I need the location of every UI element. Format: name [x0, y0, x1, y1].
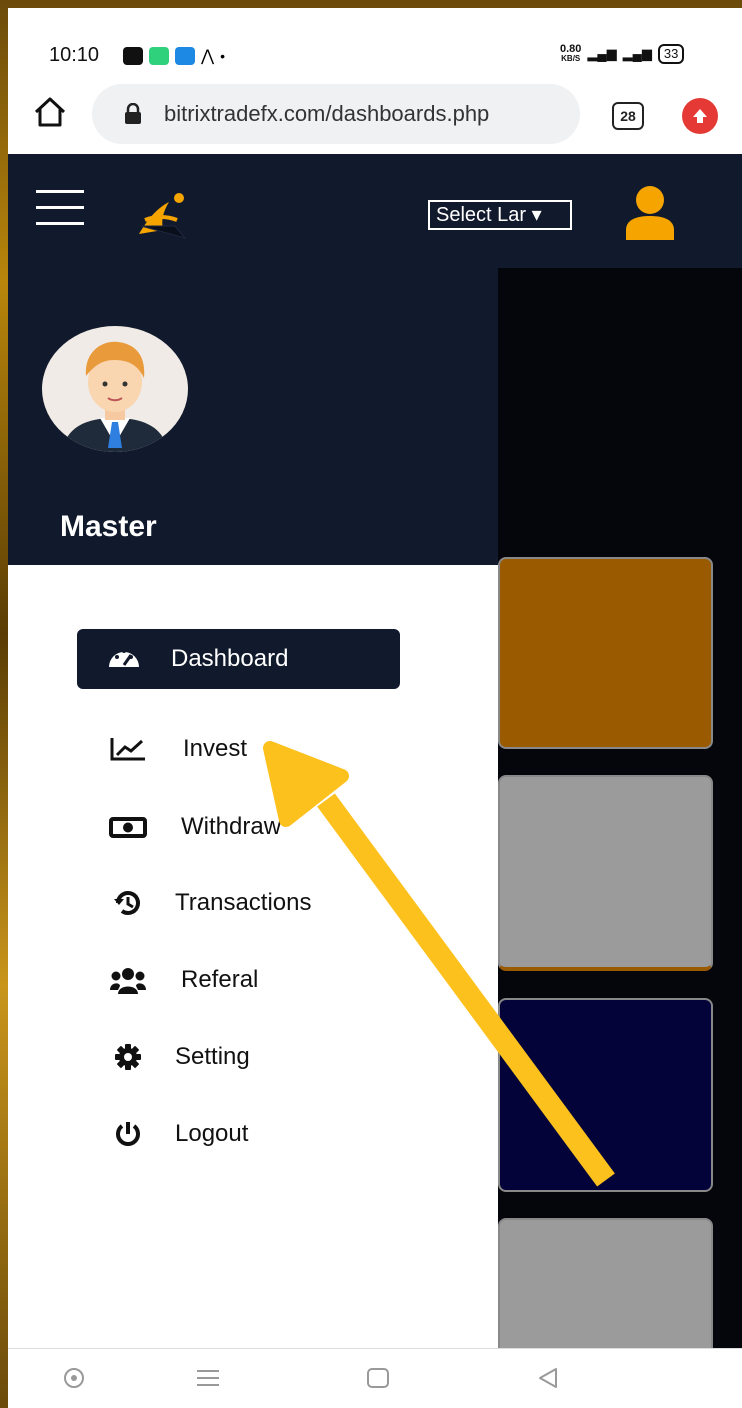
dashboard-card	[498, 998, 713, 1192]
address-bar[interactable]: bitrixtradefx.com/dashboards.php	[92, 84, 580, 144]
sidebar-item-label: Logout	[175, 1120, 249, 1147]
sidebar-item-label: Withdraw	[181, 813, 282, 840]
status-bar: 10:10 ⋀ • 0.80 KB/S ▂▄▆ ▂▄▆ 33	[8, 8, 742, 78]
dashboard-card	[498, 557, 713, 749]
network-speed-unit: KB/S	[561, 54, 581, 63]
network-speed-value: 0.80	[560, 43, 582, 55]
menu-icon[interactable]	[196, 1367, 220, 1389]
user-profile-icon[interactable]	[624, 184, 676, 240]
message-icon	[175, 47, 195, 65]
hamburger-menu-icon[interactable]	[36, 190, 84, 226]
signal-icon: ▂▄▆	[587, 46, 617, 61]
sidebar-item-label: Invest	[183, 735, 248, 762]
signal-peak-icon: ⋀	[201, 48, 215, 65]
sidebar-item-transactions[interactable]: Transactions	[108, 889, 312, 917]
app-header: Select Lar ▾	[8, 154, 742, 268]
sidebar-item-label: Dashboard	[171, 645, 289, 672]
system-nav-bar	[8, 1348, 742, 1408]
lock-icon	[125, 103, 141, 124]
dashboard-card	[498, 1218, 713, 1358]
home-square-icon[interactable]	[366, 1367, 390, 1389]
users-icon	[108, 966, 148, 994]
sidebar-item-invest[interactable]: Invest	[108, 735, 247, 763]
signal-icon-2: ▂▄▆	[622, 46, 652, 61]
app-notification-icon	[149, 47, 169, 65]
notification-icons: ⋀ •	[123, 46, 225, 66]
brand-logo	[139, 193, 187, 239]
youtube-icon	[123, 47, 143, 65]
money-bill-icon	[108, 816, 148, 838]
sidebar-item-label: Referal	[181, 966, 259, 993]
phone-screen: 10:10 ⋀ • 0.80 KB/S ▂▄▆ ▂▄▆ 33 bitrixtra…	[8, 8, 742, 1408]
sidebar-item-label: Setting	[175, 1043, 250, 1070]
status-time: 10:10	[49, 44, 100, 66]
status-indicators: 0.80 KB/S ▂▄▆ ▂▄▆ 33	[560, 44, 685, 64]
gear-icon	[108, 1043, 148, 1071]
tabs-button[interactable]: 28	[612, 102, 644, 130]
sidebar-profile: Master	[8, 268, 498, 565]
network-speed: 0.80 KB/S	[560, 44, 581, 64]
browser-toolbar: bitrixtradefx.com/dashboards.php 28	[8, 78, 742, 154]
sidebar-item-setting[interactable]: Setting	[108, 1043, 250, 1071]
dot-icon: •	[220, 48, 226, 64]
back-icon[interactable]	[536, 1367, 560, 1389]
battery-icon: 33	[657, 44, 685, 64]
chart-line-icon	[108, 736, 148, 762]
sidebar-item-dashboard[interactable]: Dashboard	[77, 629, 400, 689]
dashboard-card	[498, 775, 713, 971]
language-select[interactable]: Select Lar ▾	[428, 200, 572, 230]
avatar	[42, 326, 188, 452]
url-text: bitrixtradefx.com/dashboards.php	[164, 101, 490, 126]
upload-icon[interactable]	[682, 98, 718, 134]
sidebar-item-logout[interactable]: Logout	[108, 1120, 248, 1148]
power-icon	[108, 1120, 148, 1148]
sidebar-menu: Dashboard Invest Withdraw Transactions R	[8, 565, 498, 1348]
gauge-icon	[107, 643, 141, 676]
username: Master	[60, 510, 157, 543]
sidebar-item-withdraw[interactable]: Withdraw	[108, 813, 281, 841]
sidebar-item-referal[interactable]: Referal	[108, 966, 258, 994]
home-icon[interactable]	[32, 94, 68, 130]
history-icon	[108, 889, 148, 917]
assistant-icon[interactable]	[63, 1367, 85, 1389]
sidebar-item-label: Transactions	[175, 889, 312, 916]
